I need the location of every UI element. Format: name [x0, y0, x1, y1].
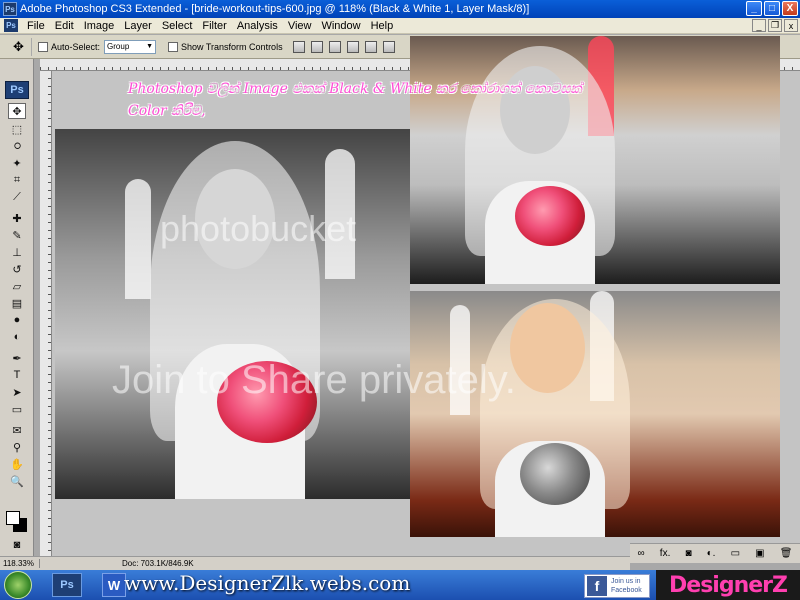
healing-brush-tool-icon[interactable]: ✚ [8, 210, 26, 226]
lasso-tool-icon[interactable]: ഠ [8, 138, 26, 154]
magic-wand-tool-icon[interactable]: ✦ [8, 155, 26, 171]
align-vcenter-icon[interactable] [310, 40, 323, 53]
history-brush-tool-icon[interactable]: ↺ [8, 261, 26, 277]
menu-help[interactable]: Help [366, 20, 399, 32]
shape-tool-icon[interactable]: ▭ [8, 401, 26, 417]
eyedropper-tool-icon[interactable]: ⚲ [8, 439, 26, 455]
menu-bar: Ps File Edit Image Layer Select Filter A… [0, 18, 800, 34]
new-layer-icon[interactable]: ▣ [755, 548, 764, 559]
menu-edit[interactable]: Edit [50, 20, 79, 32]
adjustment-layer-icon[interactable]: ◐. [707, 548, 716, 559]
brush-tool-icon[interactable]: ✎ [8, 227, 26, 243]
menu-view[interactable]: View [283, 20, 317, 32]
auto-select-label: Auto-Select: [51, 41, 101, 52]
foreground-color-swatch[interactable] [6, 511, 20, 525]
blur-tool-icon[interactable]: ● [8, 312, 26, 328]
move-tool-icon[interactable]: ✥ [6, 37, 32, 56]
auto-select-checkbox[interactable] [38, 41, 48, 52]
eraser-tool-icon[interactable]: ▱ [8, 278, 26, 294]
menu-analysis[interactable]: Analysis [232, 20, 283, 32]
menu-filter[interactable]: Filter [197, 20, 231, 32]
menu-file[interactable]: File [22, 20, 50, 32]
menu-select[interactable]: Select [157, 20, 198, 32]
zoom-level[interactable]: 118.33% [0, 559, 40, 568]
dodge-tool-icon[interactable]: ◐ [8, 329, 26, 345]
tutorial-caption: Photoshop වලින් Image එකක් Black & White… [128, 81, 582, 119]
pen-tool-icon[interactable]: ✒ [8, 350, 26, 366]
crop-tool-icon[interactable]: ⌗ [8, 172, 26, 188]
facebook-icon: f [587, 576, 607, 596]
menu-layer[interactable]: Layer [119, 20, 157, 32]
doc-minimize-button[interactable]: _ [752, 19, 766, 32]
gray-bouquet [520, 443, 590, 505]
top-right-photo [410, 36, 780, 284]
site-url: www.DesignerZlk.webs.com [124, 571, 411, 595]
quick-mask-icon[interactable]: ◙ [8, 537, 26, 553]
vertical-ruler [40, 71, 52, 556]
doc-restore-button[interactable]: ❐ [768, 19, 782, 32]
ps-badge: Ps [5, 81, 29, 99]
layers-panel-footer: ∞ fx. ◙ ◐. ▭ ▣ 🗑 [630, 543, 800, 563]
document-icon[interactable]: Ps [4, 19, 18, 32]
slice-tool-icon[interactable]: ⟋ [8, 189, 26, 205]
status-bar: 118.33% Doc: 703.1K/846.9K [0, 556, 630, 570]
menu-window[interactable]: Window [316, 20, 365, 32]
facebook-line1: Join us in [611, 578, 641, 585]
link-layers-icon[interactable]: ∞ [638, 548, 645, 559]
move-tool-icon[interactable]: ✥ [8, 103, 26, 119]
show-transform-label: Show Transform Controls [181, 41, 283, 52]
window-title: Adobe Photoshop CS3 Extended - [bride-wo… [20, 3, 530, 15]
color-bouquet [515, 186, 585, 246]
hand-tool-icon[interactable]: ✋ [8, 456, 26, 472]
zoom-tool-icon[interactable]: 🔍 [8, 473, 26, 489]
align-hcenter-icon[interactable] [364, 40, 377, 53]
facebook-text: Join us in Facebook [611, 577, 642, 595]
trash-icon[interactable]: 🗑 [780, 548, 793, 559]
show-transform-checkbox[interactable] [168, 41, 179, 52]
app-icon: Ps [3, 2, 17, 16]
path-selection-tool-icon[interactable]: ➤ [8, 384, 26, 400]
add-mask-icon[interactable]: ◙ [685, 548, 691, 559]
align-top-icon[interactable] [292, 40, 305, 53]
new-group-icon[interactable]: ▭ [731, 548, 740, 559]
auto-select-dropdown[interactable]: Group ▼ [104, 39, 157, 54]
align-right-icon[interactable] [382, 40, 395, 53]
watermark-top: photobucket [160, 208, 357, 249]
document-info[interactable]: Doc: 703.1K/846.9K [40, 559, 194, 568]
document-controls: _ ❐ x [752, 19, 798, 32]
align-bottom-icon[interactable] [328, 40, 341, 53]
taskbar-photoshop[interactable]: Ps [52, 573, 82, 597]
facebook-badge[interactable]: f Join us in Facebook [584, 574, 650, 598]
close-button[interactable]: X [782, 1, 798, 16]
gradient-tool-icon[interactable]: ▤ [8, 295, 26, 311]
tools-panel: Ps ✥ ⬚ ഠ ✦ ⌗ ⟋ ✚ ✎ ⊥ ↺ ▱ ▤ ● ◐ ✒ T ➤ ▭ ✉… [0, 59, 34, 556]
marquee-tool-icon[interactable]: ⬚ [8, 121, 26, 137]
church-window [125, 179, 151, 299]
main-bw-photo [55, 129, 410, 499]
notes-tool-icon[interactable]: ✉ [8, 422, 26, 438]
doc-close-button[interactable]: x [784, 19, 798, 32]
fx-icon[interactable]: fx. [660, 548, 671, 559]
watermark-bottom: Join to Share privately. [112, 358, 516, 402]
chevron-down-icon: ▼ [146, 43, 154, 50]
align-left-icon[interactable] [346, 40, 359, 53]
auto-select-value: Group [107, 42, 130, 51]
brand-logo: DesignerZ [656, 570, 800, 600]
bottom-right-photo [410, 291, 780, 537]
clone-stamp-tool-icon[interactable]: ⊥ [8, 244, 26, 260]
taskbar-word[interactable]: W [102, 573, 126, 597]
start-button[interactable] [4, 571, 32, 599]
photoshop-window: Ps Adobe Photoshop CS3 Extended - [bride… [0, 0, 800, 600]
title-bar: Ps Adobe Photoshop CS3 Extended - [bride… [0, 0, 800, 18]
menu-image[interactable]: Image [79, 20, 120, 32]
type-tool-icon[interactable]: T [8, 367, 26, 383]
maximize-button[interactable]: □ [764, 1, 780, 16]
window-controls: _ □ X [746, 1, 798, 16]
facebook-line2: Facebook [611, 587, 642, 594]
minimize-button[interactable]: _ [746, 1, 762, 16]
bride-head [510, 303, 585, 393]
